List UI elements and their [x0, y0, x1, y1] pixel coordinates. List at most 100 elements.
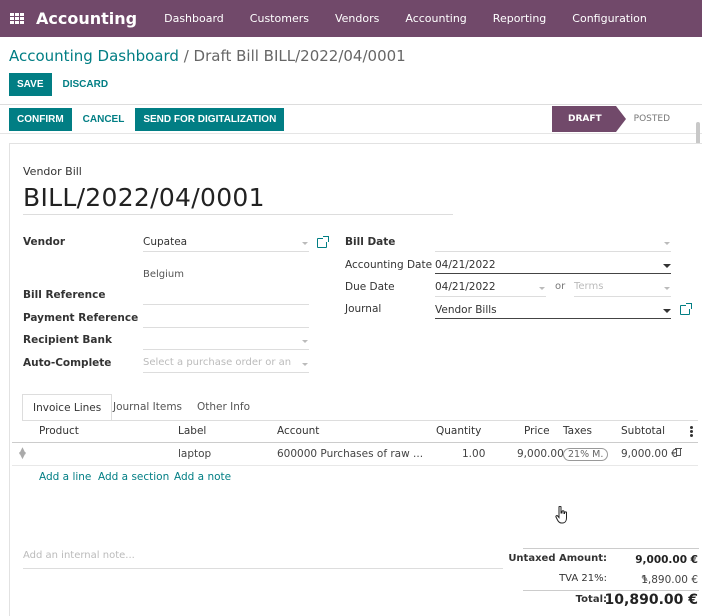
- total-label: Total:: [575, 594, 607, 605]
- add-section-link[interactable]: Add a section: [98, 471, 169, 483]
- auto-complete-dropdown-icon[interactable]: [302, 363, 308, 366]
- breadcrumb-current: Draft Bill BILL/2022/04/0001: [193, 47, 406, 65]
- tax-label: TVA 21%:: [559, 573, 607, 584]
- accounting-date-label: Accounting Date: [345, 259, 433, 271]
- breadcrumb-separator: /: [183, 47, 189, 65]
- menu-customers[interactable]: Customers: [237, 12, 322, 25]
- document-name-underline: [23, 214, 453, 215]
- external-link-icon[interactable]: [317, 236, 329, 248]
- payment-reference-field[interactable]: [143, 327, 309, 328]
- accounting-date-underline: [435, 273, 671, 274]
- menu-dashboard[interactable]: Dashboard: [151, 12, 237, 25]
- column-header-taxes[interactable]: Taxes: [563, 425, 592, 437]
- auto-complete-underline: [143, 372, 309, 373]
- line-quantity[interactable]: 1.00: [462, 448, 485, 460]
- tab-other-info[interactable]: Other Info: [187, 394, 260, 421]
- divider: [0, 133, 702, 134]
- tab-invoice-lines[interactable]: Invoice Lines: [22, 394, 113, 421]
- top-navbar: Accounting Dashboard Customers Vendors A…: [0, 0, 702, 37]
- due-date-field[interactable]: 04/21/2022: [435, 281, 496, 293]
- status-bar: DRAFT POSTED: [552, 106, 684, 132]
- status-draft[interactable]: DRAFT: [552, 106, 626, 132]
- bill-reference-field[interactable]: [143, 304, 309, 305]
- untaxed-amount-value: 9,000.00 €: [635, 554, 698, 566]
- document-name[interactable]: BILL/2022/04/0001: [23, 183, 453, 214]
- recipient-bank-field[interactable]: [143, 349, 309, 350]
- totals-divider: [523, 590, 699, 591]
- line-account[interactable]: 600000 Purchases of raw ...: [277, 448, 423, 460]
- journal-label: Journal: [345, 303, 382, 315]
- tax-tag[interactable]: 21% M.: [563, 448, 609, 461]
- tab-journal-items[interactable]: Journal Items: [103, 394, 192, 421]
- payment-reference-label: Payment Reference: [23, 312, 139, 324]
- add-note-link[interactable]: Add a note: [174, 471, 231, 483]
- vendor-label: Vendor: [23, 236, 66, 248]
- vendor-dropdown-icon[interactable]: [302, 242, 308, 245]
- vendor-field[interactable]: Cupatea: [143, 236, 187, 248]
- due-date-dropdown-icon[interactable]: [539, 287, 545, 290]
- journal-underline: [435, 318, 671, 319]
- optional-columns-icon[interactable]: [690, 426, 693, 437]
- drag-handle-icon[interactable]: ▲ ▼: [19, 447, 26, 461]
- divider: [0, 104, 702, 105]
- totals-divider: [523, 548, 699, 549]
- payment-terms-input[interactable]: Terms: [574, 281, 603, 292]
- send-for-digitalization-button[interactable]: SEND FOR DIGITALIZATION: [135, 108, 285, 131]
- action-bar: CONFIRM CANCEL SEND FOR DIGITALIZATION: [9, 108, 285, 131]
- tab-underline: [22, 420, 698, 421]
- journal-dropdown-icon[interactable]: [663, 309, 671, 313]
- delete-line-icon[interactable]: [675, 448, 682, 457]
- auto-complete-label: Auto-Complete: [23, 357, 112, 369]
- payment-terms-underline: [574, 296, 671, 297]
- recipient-bank-label: Recipient Bank: [23, 334, 112, 346]
- table-header-divider: [12, 442, 698, 443]
- due-date-or-text: or: [555, 281, 566, 292]
- hand-cursor-icon: [555, 506, 567, 524]
- document-type-label: Vendor Bill: [23, 165, 82, 178]
- vendor-field-underline: [143, 251, 309, 252]
- discard-button[interactable]: DISCARD: [56, 73, 116, 96]
- save-button[interactable]: SAVE: [9, 73, 52, 96]
- menu-reporting[interactable]: Reporting: [480, 12, 559, 25]
- vendor-country: Belgium: [143, 269, 184, 280]
- menu-accounting[interactable]: Accounting: [392, 12, 479, 25]
- accounting-date-field[interactable]: 04/21/2022: [435, 259, 496, 271]
- line-price[interactable]: 9,000.00: [517, 448, 564, 460]
- table-row-divider: [12, 465, 698, 466]
- line-taxes[interactable]: 21% M.: [563, 448, 609, 461]
- bill-date-dropdown-icon[interactable]: [664, 242, 670, 245]
- app-title[interactable]: Accounting: [36, 9, 137, 28]
- due-date-label: Due Date: [345, 281, 395, 293]
- bill-date-field[interactable]: [435, 251, 671, 252]
- bill-date-label: Bill Date: [345, 236, 396, 248]
- column-header-label[interactable]: Label: [178, 425, 206, 437]
- tax-value: 1,890.00 €: [641, 574, 698, 586]
- main-menu: Dashboard Customers Vendors Accounting R…: [151, 12, 660, 25]
- journal-field[interactable]: Vendor Bills: [435, 304, 497, 316]
- due-date-underline: [435, 296, 546, 297]
- untaxed-amount-label: Untaxed Amount:: [508, 553, 607, 564]
- internal-note-underline: [23, 568, 503, 569]
- apps-grid-icon[interactable]: [10, 12, 24, 25]
- add-line-link[interactable]: Add a line: [39, 471, 91, 483]
- column-header-quantity[interactable]: Quantity: [436, 425, 481, 437]
- column-header-price[interactable]: Price: [524, 425, 550, 437]
- external-link-icon[interactable]: [680, 303, 692, 315]
- menu-configuration[interactable]: Configuration: [559, 12, 660, 25]
- cancel-button[interactable]: CANCEL: [76, 108, 132, 131]
- menu-vendors[interactable]: Vendors: [322, 12, 392, 25]
- breadcrumb-parent[interactable]: Accounting Dashboard: [9, 47, 179, 65]
- internal-note-input[interactable]: Add an internal note...: [23, 550, 135, 561]
- recipient-bank-dropdown-icon[interactable]: [302, 340, 308, 343]
- confirm-button[interactable]: CONFIRM: [9, 108, 72, 131]
- breadcrumb: Accounting Dashboard / Draft Bill BILL/2…: [9, 47, 406, 65]
- line-label[interactable]: laptop: [178, 448, 211, 460]
- payment-terms-dropdown-icon[interactable]: [664, 287, 670, 290]
- column-header-subtotal[interactable]: Subtotal: [621, 425, 665, 437]
- auto-complete-input[interactable]: Select a purchase order or an ol: [143, 357, 293, 368]
- accounting-date-dropdown-icon[interactable]: [663, 264, 671, 268]
- status-posted[interactable]: POSTED: [616, 106, 684, 132]
- column-header-account[interactable]: Account: [277, 425, 319, 437]
- total-value: 10,890.00 €: [604, 592, 698, 608]
- column-header-product[interactable]: Product: [39, 425, 79, 437]
